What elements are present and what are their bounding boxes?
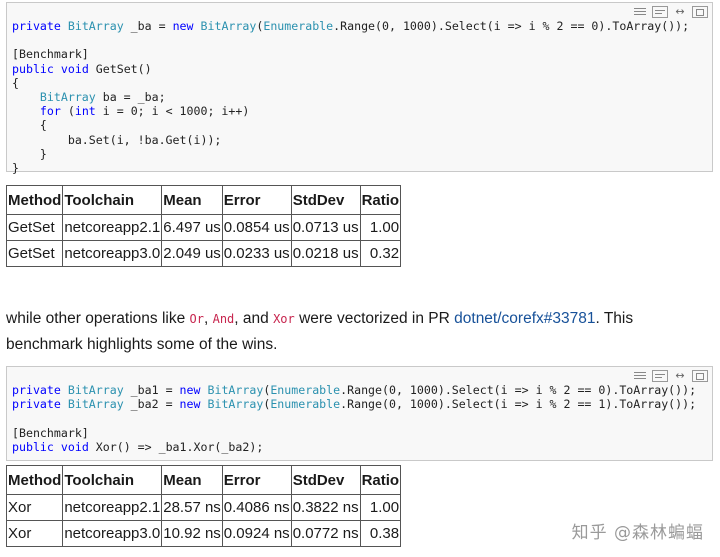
code-line: public void Xor() => _ba1.Xor(_ba2);: [12, 439, 264, 454]
column-header: StdDev: [290, 185, 361, 215]
pr-link[interactable]: dotnet/corefx#33781: [454, 310, 595, 327]
code-content: private BitArray _ba1 = new BitArray(Enu…: [12, 383, 696, 454]
column-header: StdDev: [290, 465, 361, 495]
table-cell: 0.38: [359, 520, 402, 547]
table-cell: 0.32: [359, 240, 402, 267]
code-line: public void GetSet(): [12, 61, 152, 76]
table-cell: Xor: [5, 494, 64, 521]
inline-code: Xor: [273, 312, 295, 326]
watermark: 知乎 @森林蝙蝠: [571, 523, 704, 543]
table-cell: 0.0713 us: [290, 214, 361, 241]
code-line: [Benchmark]: [12, 47, 89, 62]
code-line: private BitArray _ba = new BitArray(Enum…: [12, 19, 690, 33]
paragraph: while other operations like Or, And, and…: [6, 306, 706, 357]
table-cell: netcoreapp2.1: [62, 494, 163, 521]
copy-icon[interactable]: [652, 370, 668, 382]
code-line: ba.Set(i, !ba.Get(i));: [12, 132, 222, 147]
code-line: }: [12, 146, 47, 161]
prose-text: were vectorized in PR: [294, 310, 455, 327]
column-header: Ratio: [359, 465, 402, 495]
code-toolbar: ↔: [632, 369, 708, 383]
table-cell: 0.0218 us: [290, 240, 361, 267]
table-cell: 0.4086 ns: [221, 494, 292, 521]
table-row: GetSet netcoreapp2.1 6.497 us 0.0854 us 0.07…: [5, 214, 402, 241]
column-header: Mean: [161, 185, 223, 215]
column-header: Mean: [161, 465, 223, 495]
code-line: {: [12, 75, 19, 90]
code-line: BitArray ba = _ba;: [39, 90, 166, 105]
copy-icon[interactable]: [652, 6, 668, 18]
table-row: Xor netcoreapp2.1 28.57 ns 0.4086 ns 0.3822 …: [5, 494, 402, 521]
inline-code: And: [212, 312, 235, 326]
table-cell: GetSet: [5, 240, 64, 267]
code-content: private BitArray _ba = new BitArray(Enum…: [12, 19, 689, 175]
column-header: Toolchain: [62, 185, 163, 215]
table-cell: 0.3822 ns: [290, 494, 361, 521]
table-cell: netcoreapp3.0: [62, 240, 163, 267]
code-toolbar: ↔: [632, 5, 708, 19]
table-row: GetSet netcoreapp3.0 2.049 us 0.0233 us 0.02…: [5, 240, 402, 267]
code-line: }: [12, 161, 19, 176]
column-header: Method: [5, 465, 64, 495]
code-block-2: ↔ private BitArray _ba1 = new BitArray(E…: [6, 366, 713, 461]
column-header: Error: [221, 185, 292, 215]
code-line: private BitArray _ba2 = new BitArray(Enu…: [12, 397, 697, 412]
table-cell: 1.00: [359, 494, 402, 521]
prose-text: , and: [234, 310, 274, 327]
column-header: Ratio: [359, 185, 402, 215]
column-header: Toolchain: [62, 465, 163, 495]
benchmark-table-xor: Method Toolchain Mean Error StdDev Ratio Xor n…: [5, 465, 402, 547]
table-cell: 0.0924 ns: [221, 520, 292, 547]
code-line: {: [12, 118, 47, 133]
view-source-icon[interactable]: [632, 6, 648, 18]
table-cell: 10.92 ns: [161, 520, 223, 547]
table-header-row: Method Toolchain Mean Error StdDev Ratio: [5, 465, 402, 495]
code-line: for (int i = 0; i < 1000; i++): [39, 104, 250, 119]
expand-icon[interactable]: ↔: [672, 6, 688, 18]
inline-code: Or: [189, 312, 204, 326]
prose-text: while other operations like: [6, 310, 190, 327]
table-cell: 28.57 ns: [161, 494, 223, 521]
column-header: Method: [5, 185, 64, 215]
table-cell: 0.0854 us: [221, 214, 292, 241]
table-cell: GetSet: [5, 214, 64, 241]
table-cell: netcoreapp3.0: [62, 520, 163, 547]
table-cell: 1.00: [359, 214, 402, 241]
view-source-icon[interactable]: [632, 370, 648, 382]
code-line: [Benchmark]: [12, 425, 89, 440]
table-cell: 6.497 us: [161, 214, 223, 241]
print-icon[interactable]: [692, 6, 708, 18]
table-row: Xor netcoreapp3.0 10.92 ns 0.0924 ns 0.0772 …: [5, 520, 402, 547]
table-cell: Xor: [5, 520, 64, 547]
expand-icon[interactable]: ↔: [672, 370, 688, 382]
code-block-1: ↔ private BitArray _ba = new BitArray(En…: [6, 2, 713, 175]
print-icon[interactable]: [692, 370, 708, 382]
benchmark-table-getset: Method Toolchain Mean Error StdDev Ratio GetS…: [5, 185, 402, 267]
table-cell: 0.0772 ns: [290, 520, 361, 547]
code-line: private BitArray _ba1 = new BitArray(Enu…: [12, 383, 697, 397]
prose-text: ,: [203, 310, 213, 327]
table-cell: 2.049 us: [161, 240, 223, 267]
table-header-row: Method Toolchain Mean Error StdDev Ratio: [5, 185, 402, 215]
column-header: Error: [221, 465, 292, 495]
table-cell: 0.0233 us: [221, 240, 292, 267]
table-cell: netcoreapp2.1: [62, 214, 163, 241]
